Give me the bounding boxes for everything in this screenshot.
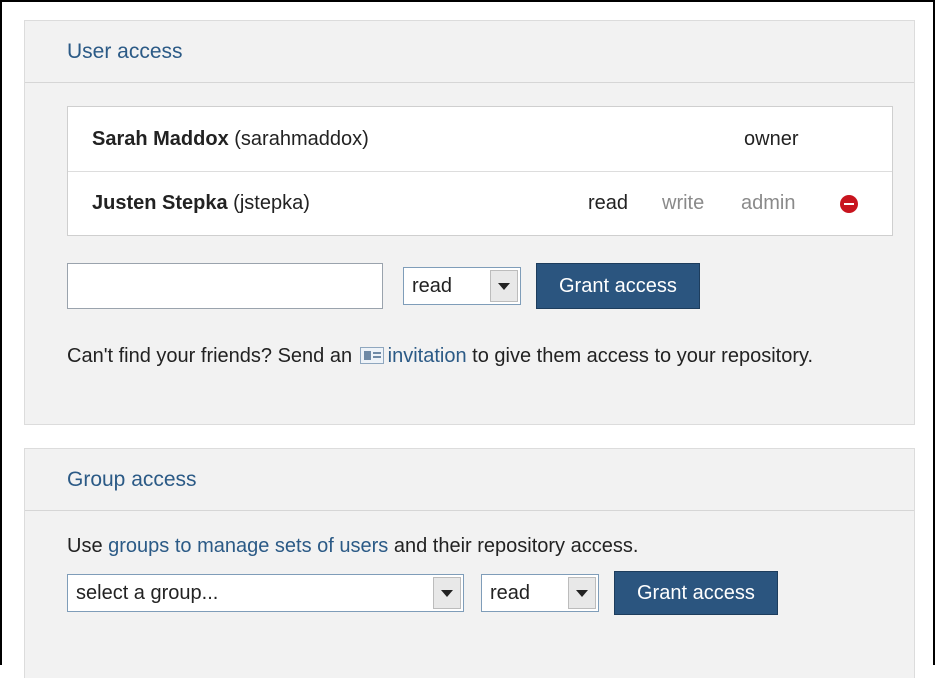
groups-link[interactable]: groups to manage sets of users	[108, 535, 388, 557]
group-text-after: and their repository access.	[393, 535, 639, 557]
user-username: (jstepka)	[233, 192, 310, 214]
group-permission-select[interactable]: read	[481, 574, 599, 612]
owner-label: owner	[744, 127, 799, 150]
invitation-link[interactable]: invitation	[388, 345, 467, 367]
group-permission-value: read	[490, 581, 531, 604]
contact-card-icon	[359, 347, 384, 364]
group-select[interactable]: select a group...	[67, 574, 464, 612]
group-select-value: select a group...	[76, 581, 219, 604]
user-name: Sarah Maddox (sarahmaddox)	[92, 128, 369, 151]
user-permission-select[interactable]: read	[403, 267, 521, 305]
chevron-down-icon[interactable]	[568, 577, 596, 609]
user-access-title: User access	[25, 21, 914, 83]
chevron-down-icon[interactable]	[490, 270, 518, 302]
user-display-name: Sarah Maddox	[92, 127, 229, 150]
user-list: Sarah Maddox (sarahmaddox) owner Justen …	[67, 106, 893, 236]
user-search-input[interactable]	[67, 263, 383, 309]
user-access-panel: User access Sarah Maddox (sarahmaddox) o…	[24, 20, 915, 425]
group-access-title: Group access	[25, 449, 914, 511]
group-grant-access-button[interactable]: Grant access	[614, 571, 778, 615]
user-grant-row: read Grant access	[67, 263, 700, 309]
user-name: Justen Stepka (jstepka)	[92, 192, 310, 215]
user-username: (sarahmaddox)	[234, 127, 369, 150]
user-row-member: Justen Stepka (jstepka) read write admin	[68, 171, 892, 235]
invite-text-before: Can't find your friends? Send an	[67, 345, 353, 367]
invite-message: Can't find your friends? Send an invitat…	[67, 339, 887, 373]
group-text-before: Use	[67, 535, 103, 557]
remove-icon[interactable]	[840, 195, 858, 213]
group-access-panel: Group access Use groups to manage sets o…	[24, 448, 915, 678]
invite-text-after: to give them access to your repository.	[472, 345, 814, 367]
window-frame: User access Sarah Maddox (sarahmaddox) o…	[0, 0, 935, 678]
group-help-text: Use groups to manage sets of users and t…	[67, 535, 638, 558]
user-grant-access-button[interactable]: Grant access	[536, 263, 700, 309]
user-permission-value: read	[412, 274, 453, 297]
user-display-name: Justen Stepka	[92, 192, 228, 214]
group-grant-row: select a group... read Grant access	[67, 571, 778, 615]
permission-read-link[interactable]: read	[588, 192, 628, 215]
permission-admin-link[interactable]: admin	[741, 192, 795, 215]
user-row-owner: Sarah Maddox (sarahmaddox) owner	[68, 107, 892, 171]
permission-write-link[interactable]: write	[662, 192, 704, 215]
chevron-down-icon[interactable]	[433, 577, 461, 609]
